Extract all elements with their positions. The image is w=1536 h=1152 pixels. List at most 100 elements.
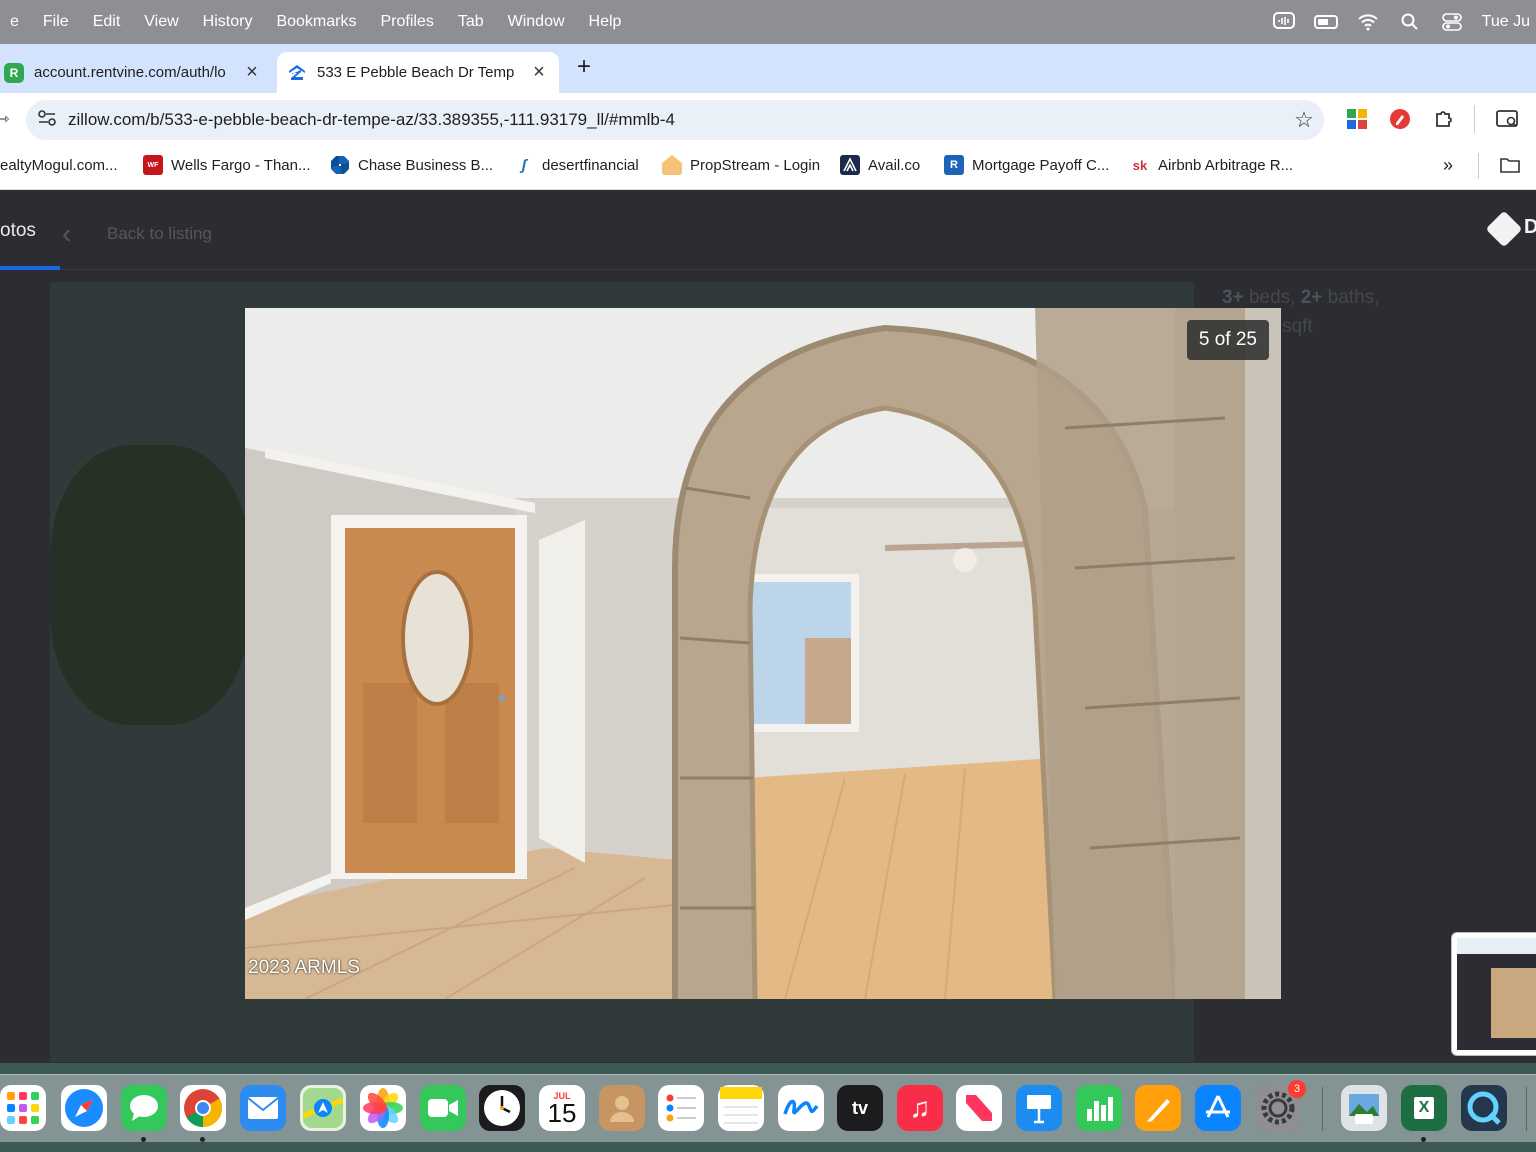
baths-count: 2+ — [1300, 287, 1323, 308]
tab-search-icon[interactable] — [1495, 107, 1521, 131]
music-icon[interactable]: ♫ — [897, 1085, 943, 1131]
menu-bar-clock[interactable]: Tue Ju — [1482, 13, 1530, 31]
bookmark-desertfinancial[interactable]: ʃ desertfinancial — [514, 145, 639, 185]
tab-zillow[interactable]: 533 E Pebble Beach Dr Temp × — [277, 52, 559, 93]
excel-icon[interactable]: X — [1401, 1085, 1447, 1131]
thumbnail-toolbar — [1457, 938, 1536, 954]
apple-tv-icon[interactable]: tv — [837, 1085, 883, 1131]
menu-file[interactable]: File — [31, 13, 81, 31]
toolbar-divider — [1474, 105, 1475, 133]
calendar-icon[interactable]: JUL 15 — [539, 1085, 585, 1131]
tab-photos[interactable]: otos — [0, 220, 36, 242]
back-to-listing-link[interactable]: Back to listing — [107, 224, 212, 244]
bookmark-mortgage-payoff[interactable]: R Mortgage Payoff C... — [944, 145, 1109, 185]
contacts-icon[interactable] — [599, 1085, 645, 1131]
menu-help[interactable]: Help — [577, 13, 634, 31]
launchpad-icon[interactable] — [0, 1085, 46, 1131]
browser-toolbar: ⇾ zillow.com/b/533-e-pebble-beach-dr-tem… — [0, 93, 1536, 145]
bookmark-chase[interactable]: Chase Business B... — [330, 145, 493, 185]
wells-fargo-icon: WF — [143, 155, 163, 175]
calculator-extension-icon[interactable] — [1344, 107, 1370, 131]
bookmark-wells-fargo[interactable]: WF Wells Fargo - Than... — [143, 145, 311, 185]
airbnb-arbitrage-icon: sk — [1130, 155, 1150, 175]
tab-title: 533 E Pebble Beach Dr Temp — [317, 64, 515, 81]
clock-icon[interactable] — [479, 1085, 525, 1131]
running-indicator — [1421, 1137, 1426, 1142]
bookmark-label: Chase Business B... — [358, 156, 494, 174]
close-tab-icon[interactable]: × — [527, 61, 551, 84]
close-tab-icon[interactable]: × — [240, 61, 264, 84]
bookmark-propstream[interactable]: PropStream - Login — [662, 145, 820, 185]
preview-icon[interactable] — [1341, 1085, 1387, 1131]
mortgage-calculator-icon: R — [944, 155, 964, 175]
app-menus: e File Edit View History Bookmarks Profi… — [0, 13, 633, 31]
menu-history[interactable]: History — [191, 13, 265, 31]
chrome-icon[interactable] — [180, 1085, 226, 1131]
keynote-icon[interactable] — [1016, 1085, 1062, 1131]
beds-label: beds, — [1248, 287, 1296, 308]
facetime-icon[interactable] — [420, 1085, 466, 1131]
entryway-arch-photo — [245, 308, 1281, 999]
messages-icon[interactable] — [121, 1085, 167, 1131]
quicktime-icon[interactable] — [1461, 1085, 1507, 1131]
mail-icon[interactable] — [240, 1085, 286, 1131]
bookmark-airbnb-arbitrage[interactable]: sk Airbnb Arbitrage R... — [1130, 145, 1293, 185]
url-text[interactable]: zillow.com/b/533-e-pebble-beach-dr-tempe… — [68, 110, 1284, 130]
menu-bar-status-area: Tue Ju — [1272, 0, 1536, 44]
photos-icon[interactable] — [360, 1085, 406, 1131]
notes-icon[interactable] — [718, 1085, 764, 1131]
wifi-icon[interactable] — [1356, 12, 1380, 32]
chevron-left-icon[interactable]: ‹ — [62, 218, 71, 250]
propstream-icon — [662, 155, 682, 175]
bookmark-realtymogul[interactable]: ealtyMogul.com... — [0, 145, 118, 185]
battery-icon[interactable] — [1313, 12, 1338, 32]
pdf-editor-extension-icon[interactable] — [1387, 107, 1413, 131]
numbers-icon[interactable] — [1076, 1085, 1122, 1131]
reminders-icon[interactable] — [658, 1085, 704, 1131]
tab-rentvine[interactable]: R account.rentvine.com/auth/lo × — [0, 52, 272, 93]
beds-count: 3+ — [1222, 287, 1244, 308]
chase-octagon-icon — [330, 155, 350, 175]
spotlight-search-icon[interactable] — [1398, 12, 1422, 32]
bookmark-star-icon[interactable]: ☆ — [1284, 107, 1324, 133]
macos-dock: JUL 15 tv ♫ 3 X — [0, 1074, 1536, 1142]
menu-edit[interactable]: Edit — [81, 13, 133, 31]
site-settings-icon[interactable] — [26, 109, 68, 131]
sqft-label: sqft — [1282, 316, 1313, 337]
photo-counter: 5 of 25 — [1186, 320, 1269, 360]
app-store-icon[interactable] — [1195, 1085, 1241, 1131]
pages-icon[interactable] — [1135, 1085, 1181, 1131]
menu-profiles[interactable]: Profiles — [368, 13, 445, 31]
dock-separator — [1322, 1087, 1323, 1131]
address-bar[interactable]: zillow.com/b/533-e-pebble-beach-dr-tempe… — [26, 100, 1324, 140]
zillow-favicon-icon — [287, 62, 307, 83]
directions-label[interactable]: D — [1524, 216, 1536, 239]
menu-view[interactable]: View — [132, 13, 190, 31]
voice-control-icon[interactable] — [1272, 12, 1296, 32]
news-icon[interactable] — [956, 1085, 1002, 1131]
menu-window[interactable]: Window — [496, 13, 577, 31]
menu-tab[interactable]: Tab — [446, 13, 496, 31]
running-indicator — [141, 1137, 146, 1142]
screenshot-thumbnail-preview[interactable] — [1451, 932, 1536, 1056]
control-center-icon[interactable] — [1440, 12, 1464, 32]
menu-app[interactable]: e — [0, 13, 31, 31]
extensions-puzzle-icon[interactable] — [1431, 107, 1457, 131]
freeform-icon[interactable] — [778, 1085, 824, 1131]
baths-label: baths, — [1327, 287, 1380, 308]
settings-notification-badge: 3 — [1288, 1080, 1306, 1098]
thumbnail-photo — [1491, 968, 1536, 1038]
all-bookmarks-folder-icon[interactable] — [1500, 145, 1520, 185]
maps-icon[interactable] — [300, 1085, 346, 1131]
listing-photo[interactable]: 5 of 25 2023 ARMLS — [245, 308, 1281, 999]
browser-tab-strip: R account.rentvine.com/auth/lo × 533 E P… — [0, 44, 1536, 93]
bookmark-label: Airbnb Arbitrage R... — [1158, 156, 1294, 174]
new-tab-button[interactable]: + — [570, 50, 598, 84]
forward-arrow-icon[interactable]: ⇾ — [0, 109, 9, 129]
menu-bookmarks[interactable]: Bookmarks — [264, 13, 368, 31]
avail-icon — [840, 155, 860, 175]
more-bookmarks-chevron-icon[interactable]: » — [1443, 145, 1453, 185]
safari-icon[interactable] — [61, 1085, 107, 1131]
bookmark-avail[interactable]: Avail.co — [840, 145, 920, 185]
dock-separator — [1526, 1087, 1527, 1131]
